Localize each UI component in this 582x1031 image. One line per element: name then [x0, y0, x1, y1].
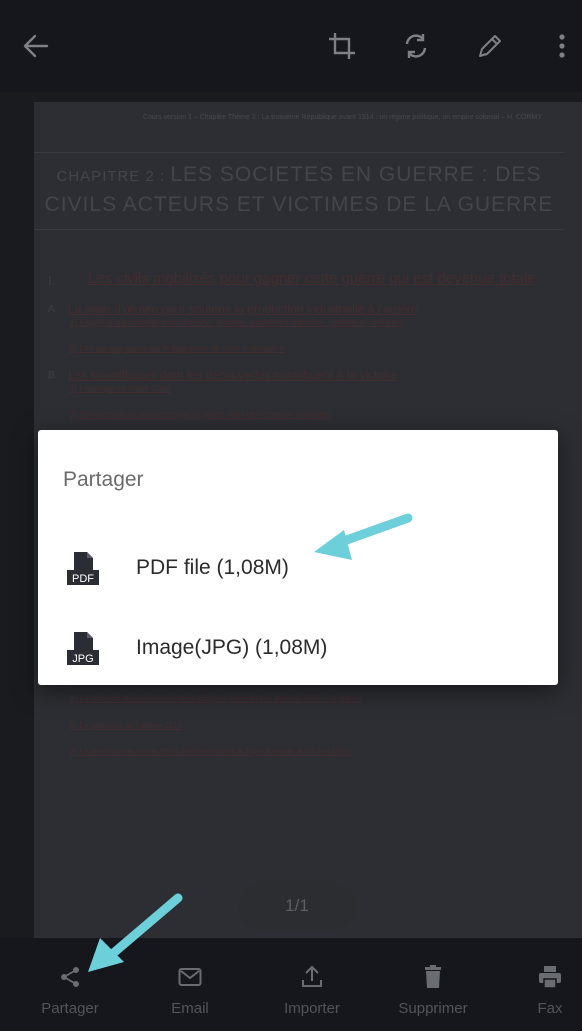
- document-line: 1) La situation des Arméniens dans l’Emp…: [70, 694, 362, 703]
- document-line: 2) Des innovations accélérées par la gue…: [70, 410, 331, 419]
- document-title: CHAPITRE 2 : LES SOCIETES EN GUERRE : DE…: [34, 152, 564, 230]
- fax-button[interactable]: Fax: [520, 938, 580, 1031]
- more-vertical-icon[interactable]: [540, 24, 582, 68]
- document-line: 1) L’appel à une nouvelle main d’œuvre :…: [70, 318, 403, 327]
- share-option-pdf[interactable]: PDF PDF file (1,08M): [38, 528, 558, 608]
- pdf-badge-text: PDF: [72, 573, 94, 585]
- document-title-line2: CIVILS ACTEURS ET VICTIMES DE LA GUERRE: [44, 193, 554, 216]
- document-line: 1) L’exemple de Marie Curie: [70, 384, 171, 393]
- document-line: 2) Le génocide de l’année 1915: [70, 721, 183, 730]
- crop-icon[interactable]: [320, 24, 364, 68]
- share-option-jpg-label: Image(JPG) (1,08M): [136, 636, 328, 659]
- document-header: Cours version 1 – Chapitre Thème 3 : La …: [142, 114, 542, 121]
- printer-icon: [535, 962, 565, 992]
- trash-icon: [418, 962, 448, 992]
- upload-icon: [297, 962, 327, 992]
- document-line: 3) La réaction des autres Etats (déclara…: [70, 747, 352, 756]
- share-button[interactable]: Partager: [34, 938, 106, 1031]
- arrow-left-icon[interactable]: [14, 24, 58, 68]
- document-line: 2) Des conséquences sur le long terme de…: [70, 344, 285, 353]
- document-title-line1: LES SOCIETES EN GUERRE : DES: [170, 163, 542, 186]
- page-indicator: 1/1: [238, 881, 356, 931]
- import-button[interactable]: Importer: [274, 938, 350, 1031]
- document-title-prefix: CHAPITRE 2 :: [56, 168, 171, 185]
- jpg-file-icon: JPG: [67, 632, 99, 665]
- section-marker: I.: [48, 273, 56, 288]
- email-button[interactable]: Email: [154, 938, 226, 1031]
- subsection-heading: La main d’œuvre pour soutenir la product…: [68, 302, 418, 316]
- section-heading: Les civils mobilisés pour gagner cette g…: [88, 270, 536, 287]
- subsection-marker: B.: [48, 370, 58, 381]
- mail-icon: [175, 962, 205, 992]
- rotate-icon[interactable]: [394, 24, 438, 68]
- subsection-marker: A.: [48, 304, 58, 315]
- jpg-badge-text: JPG: [72, 653, 93, 665]
- fax-label: Fax: [537, 1000, 563, 1017]
- delete-button[interactable]: Supprimer: [390, 938, 476, 1031]
- share-dialog: Partager PDF PDF file (1,08M) JPG Image(…: [38, 430, 558, 685]
- top-toolbar: [0, 0, 582, 92]
- pencil-icon[interactable]: [468, 24, 512, 68]
- email-label: Email: [171, 1000, 209, 1017]
- pdf-file-icon: PDF: [67, 552, 99, 585]
- dialog-title: Partager: [63, 468, 144, 491]
- subsection-heading: Les scientifiques dont les découvertes c…: [68, 368, 398, 382]
- share-icon: [55, 962, 85, 992]
- share-option-pdf-label: PDF file (1,08M): [136, 556, 289, 579]
- share-label: Partager: [41, 1000, 99, 1017]
- bottom-action-bar: Partager Email Importer Supprimer Fax: [0, 938, 582, 1031]
- delete-label: Supprimer: [398, 1000, 468, 1017]
- share-option-jpg[interactable]: JPG Image(JPG) (1,08M): [38, 608, 558, 688]
- import-label: Importer: [284, 1000, 340, 1017]
